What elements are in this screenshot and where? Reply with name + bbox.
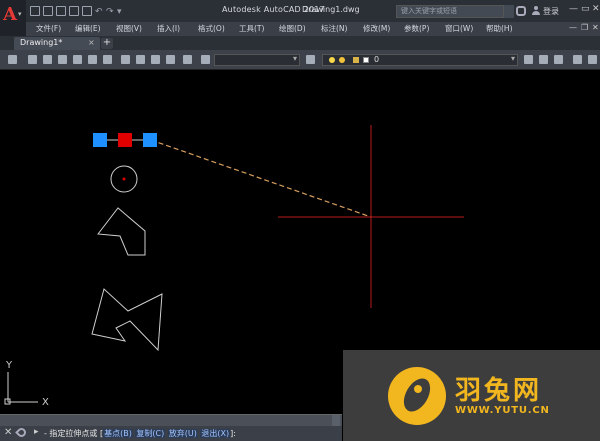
layer-tools-icon[interactable] (588, 55, 597, 64)
menu-tools[interactable]: 工具(T) (239, 23, 264, 34)
ucs-y-label: Y (5, 360, 13, 371)
chevron-down-icon: ▾ (18, 10, 22, 18)
watermark-brand: 羽兔网 (455, 376, 543, 406)
qat-dropdown-icon[interactable]: ▾ (117, 6, 125, 17)
properties-toolbar: 0 (0, 50, 600, 70)
lock-icon (353, 57, 359, 63)
tab-label: Drawing1* (20, 38, 63, 47)
menu-view[interactable]: 视图(V) (116, 23, 142, 34)
menu-bar: 文件(F) 编辑(E) 视图(V) 插入(I) 格式(O) 工具(T) 绘图(D… (26, 22, 600, 36)
option-exit[interactable]: 退出(X) (200, 429, 231, 438)
print-icon[interactable] (82, 6, 92, 16)
tab-close-icon[interactable]: × (88, 38, 95, 47)
open-icon[interactable] (43, 6, 53, 16)
iso-se-icon[interactable] (136, 55, 145, 64)
quick-access-toolbar: ↶ ↷ ▾ (30, 4, 125, 18)
view-combo[interactable] (214, 54, 300, 66)
zigzag-polygon (91, 288, 163, 352)
menu-draw[interactable]: 绘图(D) (279, 23, 306, 34)
layer-state-icon[interactable] (573, 55, 582, 64)
camera-icon[interactable] (183, 55, 192, 64)
menu-format[interactable]: 格式(O) (198, 23, 225, 34)
view-top-icon[interactable] (28, 55, 37, 64)
watermark-url: WWW.YUTU.CN (455, 405, 550, 416)
layer-value: 0 (374, 55, 380, 64)
grip-start[interactable] (93, 133, 107, 147)
iso-sw-icon[interactable] (121, 55, 130, 64)
menu-file[interactable]: 文件(F) (36, 23, 61, 34)
search-button[interactable] (504, 5, 514, 18)
arrow-polygon (97, 207, 146, 256)
menu-insert[interactable]: 插入(I) (157, 23, 180, 34)
file-tabs: Drawing1* × + (0, 36, 600, 50)
make-current-icon[interactable] (524, 55, 533, 64)
tab-drawing1[interactable]: Drawing1* × (14, 37, 100, 50)
menu-edit[interactable]: 编辑(E) (75, 23, 101, 34)
maximize-icon[interactable]: ▭ (581, 4, 590, 14)
new-icon[interactable] (30, 6, 40, 16)
iso-ne-icon[interactable] (151, 55, 160, 64)
sun-icon (339, 57, 345, 63)
menu-dimension[interactable]: 标注(N) (321, 23, 347, 34)
layer-combo[interactable]: 0 (322, 54, 518, 66)
close-icon[interactable]: ✕ (4, 427, 12, 438)
view-right-icon[interactable] (73, 55, 82, 64)
prompt-text: - 指定拉伸点或 (44, 429, 98, 438)
command-caret-icon: ▸ (34, 427, 39, 437)
view-bottom-icon[interactable] (43, 55, 52, 64)
option-base-point[interactable]: 基点(B) (103, 429, 133, 438)
menu-modify[interactable]: 修改(M) (363, 23, 390, 34)
rubberband-line (150, 139, 372, 218)
doc-restore-icon[interactable]: ❐ (581, 23, 588, 32)
view-manager-icon[interactable] (201, 55, 210, 64)
doc-close-icon[interactable]: ✕ (592, 23, 599, 32)
command-prompt[interactable]: - 指定拉伸点或 [基点(B) 复制(C) 放弃(U) 退出(X)]: (44, 428, 236, 439)
application-menu-button[interactable]: A ▾ (0, 0, 26, 36)
view-left-icon[interactable] (58, 55, 67, 64)
scrollbar[interactable] (332, 415, 340, 426)
menu-window[interactable]: 窗口(W) (445, 23, 473, 34)
menu-help[interactable]: 帮助(H) (486, 23, 513, 34)
title-bar: ↶ ↷ ▾ Autodesk AutoCAD 2017 Drawing1.dwg… (0, 0, 600, 22)
wrench-icon[interactable] (15, 426, 28, 439)
redo-icon[interactable]: ↷ (106, 6, 114, 17)
user-icon[interactable] (532, 6, 540, 15)
file-title: Drawing1.dwg (302, 5, 360, 14)
save-as-icon[interactable] (69, 6, 79, 16)
doc-minimize-icon[interactable]: — (569, 23, 577, 32)
grip-midpoint-hot[interactable] (118, 133, 132, 147)
ucs-x-label: X (42, 397, 49, 408)
close-icon[interactable]: ✕ (592, 4, 600, 14)
view-front-icon[interactable] (88, 55, 97, 64)
undo-icon[interactable]: ↶ (95, 6, 103, 17)
brand-logo-icon (388, 367, 446, 425)
view-back-icon[interactable] (103, 55, 112, 64)
watermark: 羽兔网 WWW.YUTU.CN (343, 350, 600, 441)
login-link[interactable]: 登录 (543, 6, 559, 17)
new-tab-button[interactable]: + (101, 38, 113, 49)
circle-center (122, 177, 126, 181)
save-icon[interactable] (56, 6, 66, 16)
minimize-icon[interactable]: — (569, 4, 578, 14)
binoculars-icon[interactable] (516, 6, 526, 16)
menu-parametric[interactable]: 参数(P) (404, 23, 429, 34)
iso-nw-icon[interactable] (166, 55, 175, 64)
bulb-icon (329, 57, 335, 63)
color-swatch-icon (363, 57, 369, 63)
command-line[interactable]: ✕ ▸ - 指定拉伸点或 [基点(B) 复制(C) 放弃(U) 退出(X)]: (0, 426, 342, 441)
layer-properties-icon[interactable] (306, 55, 315, 64)
prompt-suffix: ]: (230, 429, 236, 438)
layer-match-icon[interactable] (539, 55, 548, 64)
layer-previous-icon[interactable] (554, 55, 563, 64)
option-copy[interactable]: 复制(C) (135, 429, 166, 438)
autocad-logo-icon: A (3, 4, 17, 25)
grip-end[interactable] (143, 133, 157, 147)
search-input[interactable]: 键入关键字或短语 (396, 5, 504, 18)
command-history (0, 414, 342, 426)
workspace-icon[interactable] (8, 55, 17, 64)
option-undo[interactable]: 放弃(U) (167, 429, 198, 438)
